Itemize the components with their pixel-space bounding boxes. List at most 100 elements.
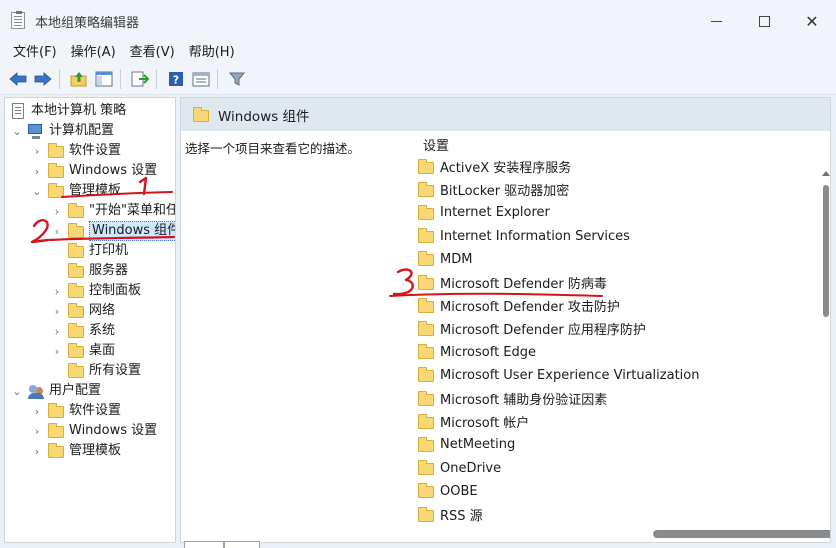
maximize-icon [758,15,770,27]
tree-item-label: 桌面 [89,343,116,358]
folder-icon [417,390,435,407]
settings-list-item-label: BitLocker 驱动器加密 [440,184,570,200]
tree-item-servers[interactable]: 服务器 [63,261,128,281]
tree-item-cc-admin-templates[interactable]: ⌄ 管理模板 [31,181,121,201]
folder-icon [417,320,435,337]
show-hide-tree-button[interactable] [93,68,115,90]
folder-icon [67,243,85,259]
tree-item-uc-software[interactable]: › 软件设置 [31,401,121,421]
horizontal-scrollbar-thumb[interactable] [653,530,830,538]
scroll-up-arrow-icon[interactable] [822,171,830,176]
tree-item-desktop[interactable]: › 桌面 [51,341,115,361]
tree-item-windows-components[interactable]: › Windows 组件 [51,221,175,241]
tree-item-control-panel[interactable]: › 控制面板 [51,281,141,301]
expanded-chevron-icon[interactable]: ⌄ [31,185,43,198]
settings-list-item[interactable]: OneDrive [417,458,501,479]
settings-list-item[interactable]: Internet Information Services [417,226,630,247]
collapsed-chevron-icon[interactable]: › [51,305,63,318]
filter-button[interactable] [226,68,248,90]
help-button[interactable]: ? [165,68,187,90]
collapsed-chevron-icon[interactable]: › [51,205,63,218]
properties-button[interactable] [190,68,212,90]
tree-item-label: 管理模板 [69,183,122,198]
tree-item-cc-software[interactable]: › 软件设置 [31,141,121,161]
folder-icon [67,203,85,219]
settings-list-item[interactable]: Microsoft 辅助身份验证因素 [417,388,607,409]
collapsed-chevron-icon[interactable]: › [51,345,63,358]
folder-icon [47,423,65,439]
tree-item-printers[interactable]: 打印机 [63,241,128,261]
expanded-chevron-icon[interactable]: ⌄ [11,125,23,138]
export-list-button[interactable] [129,68,151,90]
menu-action[interactable]: 操作(A) [64,42,123,63]
tree-item-network[interactable]: › 网络 [51,301,115,321]
menu-view[interactable]: 查看(V) [123,42,182,63]
scrollbar-thumb[interactable] [823,185,829,317]
tree-item-cc-windows-settings[interactable]: › Windows 设置 [31,161,157,181]
close-button[interactable]: ✕ [788,0,836,42]
folder-open-icon [47,183,65,199]
tab-extended[interactable] [184,541,224,548]
collapsed-chevron-icon[interactable]: › [31,165,43,178]
help-icon: ? [169,71,183,86]
back-arrow-icon [9,71,27,86]
tree-item-computer-config[interactable]: ⌄ 计算机配置 [11,121,114,141]
tab-standard[interactable] [224,541,260,548]
tree-item-label: "开始"菜单和任 [89,203,176,218]
settings-list-item[interactable]: RSS 源 [417,504,483,525]
tree-item-start-menu[interactable]: › "开始"菜单和任 [51,201,176,221]
folder-icon [47,443,65,459]
svg-text:?: ? [173,73,179,86]
settings-list-item[interactable]: MDM [417,249,472,270]
settings-list-item-label: Microsoft Edge [440,344,537,360]
folder-icon [417,413,435,430]
settings-list-item[interactable]: Microsoft Edge [417,342,536,363]
expanded-chevron-icon[interactable]: ⌄ [11,385,23,398]
group-policy-app-icon [9,11,29,31]
tree-item-uc-windows-settings[interactable]: › Windows 设置 [31,421,157,441]
collapsed-chevron-icon[interactable]: › [31,145,43,158]
settings-list-item[interactable]: Microsoft User Experience Virtualization [417,365,699,386]
back-button[interactable] [7,68,29,90]
settings-list-item[interactable]: ActiveX 安装程序服务 [417,156,571,177]
settings-list-item[interactable]: Microsoft Defender 应用程序防护 [417,318,646,339]
menu-help[interactable]: 帮助(H) [182,42,242,63]
settings-list-item-label: Microsoft Defender 应用程序防护 [440,323,646,339]
folder-icon [192,106,210,123]
tree-item-label: 打印机 [89,243,129,258]
tree-item-label: 控制面板 [89,283,142,298]
maximize-button[interactable] [740,0,788,42]
vertical-scrollbar[interactable] [820,169,830,542]
tree-item-system[interactable]: › 系统 [51,321,115,341]
forward-button[interactable] [32,68,54,90]
settings-list-item[interactable]: BitLocker 驱动器加密 [417,179,569,200]
settings-list-item[interactable]: Microsoft Defender 攻击防护 [417,295,620,316]
folder-icon [417,506,435,523]
navigation-tree[interactable]: 本地计算机 策略 ⌄ 计算机配置 › 软件设置 › Windows 设置 ⌄ 管… [4,97,176,543]
folder-icon [417,344,435,360]
minimize-button[interactable] [692,0,740,42]
settings-list-item[interactable]: Internet Explorer [417,202,550,223]
tree-item-user-config[interactable]: ⌄ 用户配置 [11,381,101,401]
up-level-button[interactable] [68,68,90,90]
settings-list-item[interactable]: OOBE [417,481,478,502]
settings-list-item[interactable]: Microsoft Defender 防病毒 [417,272,607,293]
menu-file[interactable]: 文件(F) [6,42,64,63]
settings-list-item[interactable]: Microsoft 帐户 [417,411,529,432]
collapsed-chevron-icon[interactable]: › [51,225,63,238]
tree-item-label: Windows 设置 [69,163,158,178]
tree-item-uc-admin-templates[interactable]: › 管理模板 [31,441,121,461]
window-title: 本地组策略编辑器 [35,15,140,31]
column-header-settings[interactable]: 设置 [423,135,449,154]
collapsed-chevron-icon[interactable]: › [31,405,43,418]
collapsed-chevron-icon[interactable]: › [51,285,63,298]
collapsed-chevron-icon[interactable]: › [31,445,43,458]
tree-item-all-settings[interactable]: 所有设置 [63,361,141,381]
folder-icon [47,143,65,159]
details-pane: Windows 组件 选择一个项目来查看它的描述。 设置 ActiveX 安装程… [180,97,831,543]
collapsed-chevron-icon[interactable]: › [31,425,43,438]
toolbar: ? [0,63,836,95]
collapsed-chevron-icon[interactable]: › [51,325,63,338]
tree-item-root[interactable]: 本地计算机 策略 [7,101,126,121]
settings-list-item[interactable]: NetMeeting [417,434,515,455]
